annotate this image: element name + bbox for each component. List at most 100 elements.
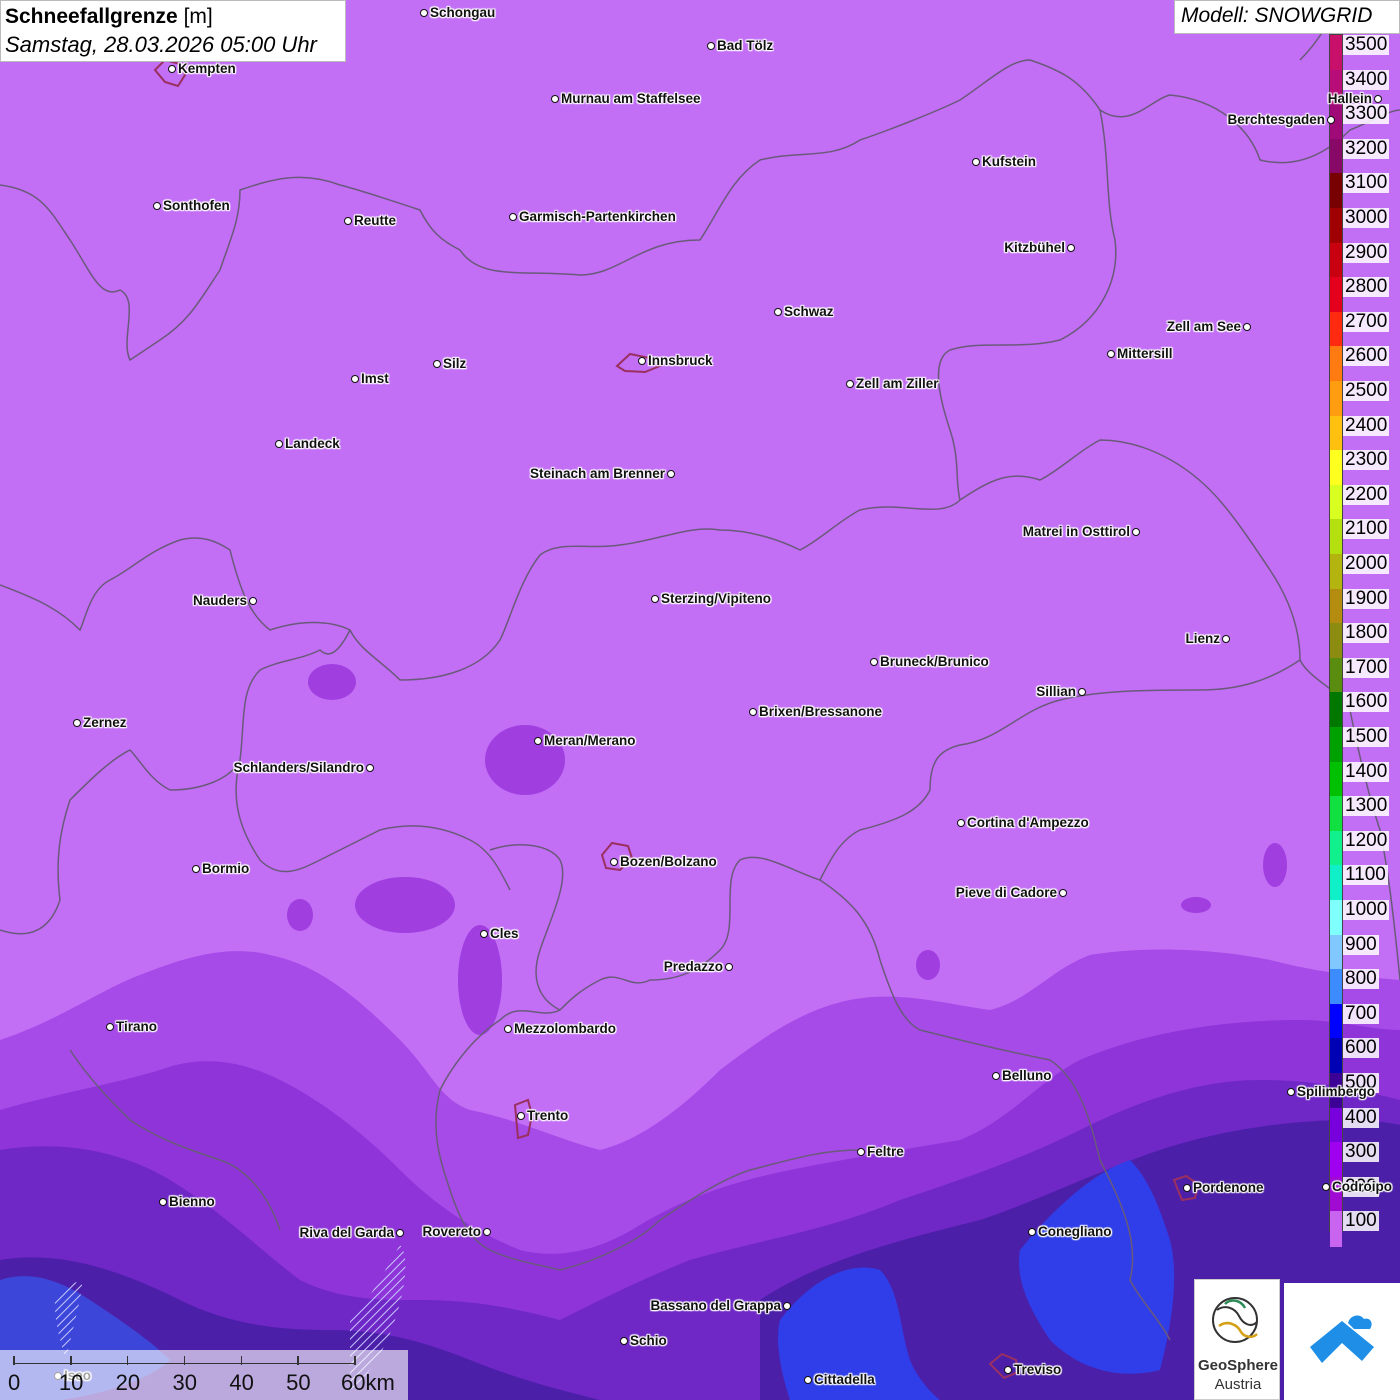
legend-label: 3200 xyxy=(1343,137,1390,159)
city-dot-icon xyxy=(433,360,441,368)
map-title: Schneefallgrenze [m] xyxy=(5,3,341,31)
legend-label: 2500 xyxy=(1343,380,1390,401)
city-dot-icon xyxy=(1322,1183,1330,1191)
city-dot-icon xyxy=(159,1198,167,1206)
city-dot-icon xyxy=(509,213,517,221)
city-dot-icon xyxy=(344,217,352,225)
city-dot-icon xyxy=(366,764,374,772)
city-label: Predazzo xyxy=(663,959,723,974)
city-label: Bozen/Bolzano xyxy=(620,854,717,869)
legend-swatch xyxy=(1330,969,1342,1005)
city-dot-icon xyxy=(275,440,283,448)
city-label: Matrei in Osttirol xyxy=(1022,524,1130,539)
city-dot-icon xyxy=(534,737,542,745)
city-label: Schio xyxy=(630,1333,667,1348)
city-label: Sillian xyxy=(1036,684,1076,699)
scale-tick xyxy=(126,1356,129,1365)
city-label: Zell am Ziller xyxy=(856,376,939,391)
city-label: Kempten xyxy=(178,61,236,76)
city-label: Cortina d'Ampezzo xyxy=(967,815,1089,830)
legend-swatch xyxy=(1330,484,1342,521)
city-dot-icon xyxy=(783,1302,791,1310)
city-dot-icon xyxy=(1004,1366,1012,1374)
city-dot-icon xyxy=(707,42,715,50)
color-legend: 3500 3400 3300 3200 3100 3000 2900 2800 2700 2600… xyxy=(1329,34,1400,1247)
city-dot-icon xyxy=(351,375,359,383)
city-dot-icon xyxy=(972,158,980,166)
city-dot-icon xyxy=(106,1023,114,1031)
legend-label: 600 xyxy=(1343,1037,1379,1059)
legend-label: 1400 xyxy=(1343,760,1390,782)
city-dot-icon xyxy=(1067,244,1075,252)
legend-swatch xyxy=(1330,35,1342,71)
legend-swatch xyxy=(1330,415,1342,452)
legend-swatch xyxy=(1330,173,1342,209)
city-label: Treviso xyxy=(1014,1362,1062,1377)
city-label: Silz xyxy=(443,356,467,371)
legend-label: 2900 xyxy=(1343,241,1390,263)
city-label: Cittadella xyxy=(814,1372,875,1387)
city-label: Brixen/Bressanone xyxy=(759,704,883,719)
city-label: Nauders xyxy=(192,593,247,608)
city-dot-icon xyxy=(992,1072,1000,1080)
legend-swatch xyxy=(1330,900,1342,936)
legend-swatch xyxy=(1330,346,1342,382)
legend-label: 3100 xyxy=(1343,172,1390,194)
city-label: Mezzolombardo xyxy=(514,1021,617,1036)
city-dot-icon xyxy=(73,719,81,727)
weather-app-logo[interactable] xyxy=(1284,1283,1400,1400)
city-dot-icon xyxy=(192,865,200,873)
scale-bar: 0 10 20 30 40 50 60km xyxy=(0,1350,408,1400)
legend-swatch xyxy=(1330,554,1342,590)
city-label: Bassano del Grappa xyxy=(650,1298,781,1313)
city-label: Conegliano xyxy=(1038,1224,1112,1239)
legend-swatch xyxy=(1330,208,1342,244)
legend-label: 2700 xyxy=(1343,310,1390,332)
legend-label: 1100 xyxy=(1343,864,1388,886)
city-dot-icon xyxy=(804,1376,812,1384)
legend-label: 2400 xyxy=(1343,414,1390,436)
low-pocket-small xyxy=(1181,897,1211,913)
city-label: Garmisch-Partenkirchen xyxy=(519,209,676,224)
scale-tick-label: 20 xyxy=(115,1370,141,1395)
city-dot-icon xyxy=(1059,889,1067,897)
legend-swatch xyxy=(1330,830,1342,867)
legend-swatch xyxy=(1330,1142,1342,1178)
geosphere-name: GeoSphere xyxy=(1197,1357,1279,1374)
scale-tick-label: 0 xyxy=(8,1370,21,1395)
city-dot-icon xyxy=(651,595,659,603)
city-label: Codroipo xyxy=(1332,1179,1392,1194)
city-dot-icon xyxy=(1132,528,1140,536)
city-dot-icon xyxy=(420,9,428,17)
legend-label: 1200 xyxy=(1343,829,1390,851)
city-label: Cles xyxy=(490,926,519,941)
city-label: Bad Tölz xyxy=(717,38,774,53)
legend-colorbar xyxy=(1329,34,1343,1247)
legend-label: 1900 xyxy=(1343,587,1390,609)
legend-swatch xyxy=(1330,1038,1342,1074)
legend-label: 2000 xyxy=(1343,553,1390,574)
low-pocket-pieve xyxy=(1263,843,1287,887)
legend-label: 1600 xyxy=(1343,691,1390,713)
legend-label: 1300 xyxy=(1343,795,1390,817)
city-dot-icon xyxy=(1078,688,1086,696)
geosphere-logo[interactable]: GeoSphere Austria xyxy=(1194,1279,1280,1400)
city-dot-icon xyxy=(610,858,618,866)
scale-tick-label: 10 xyxy=(58,1370,84,1395)
snowfall-line-map: Schneefallgrenze [m] Samstag, 28.03.2026… xyxy=(0,0,1400,1400)
city-label: Schlanders/Silandro xyxy=(233,760,364,775)
city-dot-icon xyxy=(846,380,854,388)
legend-swatch xyxy=(1330,519,1342,555)
legend-label: 100 xyxy=(1343,1210,1379,1232)
legend-label: 800 xyxy=(1343,968,1379,990)
model-label: Modell: SNOWGRID xyxy=(1174,0,1400,34)
city-dot-icon xyxy=(957,819,965,827)
legend-label: 2800 xyxy=(1343,276,1390,298)
city-label: Bormio xyxy=(202,861,250,876)
legend-swatch xyxy=(1330,311,1342,348)
low-pocket-vinschgau xyxy=(355,877,455,933)
city-dot-icon xyxy=(1287,1088,1295,1096)
legend-label: 900 xyxy=(1343,933,1379,955)
city-label: Imst xyxy=(361,371,389,386)
scale-tick xyxy=(297,1356,299,1365)
